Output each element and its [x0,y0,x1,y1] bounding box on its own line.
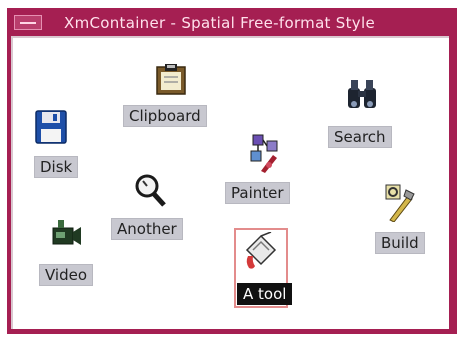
icon-label: Clipboard [123,105,207,127]
icon-painter[interactable]: Painter [225,131,315,204]
icon-label: Build [375,232,425,254]
paint-bucket-icon [245,232,277,269]
icon-label: A tool [237,283,293,305]
painter-icon [250,134,278,173]
icon-label: Another [111,218,183,240]
icon-label: Video [39,264,94,286]
icon-another[interactable]: Another [111,172,197,244]
icon-a-tool[interactable]: A tool [229,228,311,310]
floppy-disk-icon [35,110,67,144]
container-window: XmContainer - Spatial Free-format Style … [7,8,457,334]
icon-video[interactable]: Video [39,218,103,290]
icon-label: Disk [34,156,79,178]
title-bar[interactable]: XmContainer - Spatial Free-format Style [9,10,455,35]
window-title: XmContainer - Spatial Free-format Style [64,14,375,32]
icon-label: Search [328,126,392,148]
icon-disk[interactable]: Disk [24,110,84,190]
window-menu-button[interactable] [14,15,42,30]
build-tool-icon [385,184,415,222]
icon-search[interactable]: Search [328,78,408,150]
clipboard-icon [156,64,186,95]
magnifier-icon [135,174,166,207]
icon-clipboard[interactable]: Clipboard [123,60,219,132]
window-menu-icon [20,22,36,24]
binoculars-icon [348,80,376,108]
video-camera-icon [52,220,81,245]
icon-label: Painter [225,182,290,204]
icon-build[interactable]: Build [375,182,435,254]
container-area[interactable]: Clipboard Disk Search Painter Another Bu… [11,36,449,329]
